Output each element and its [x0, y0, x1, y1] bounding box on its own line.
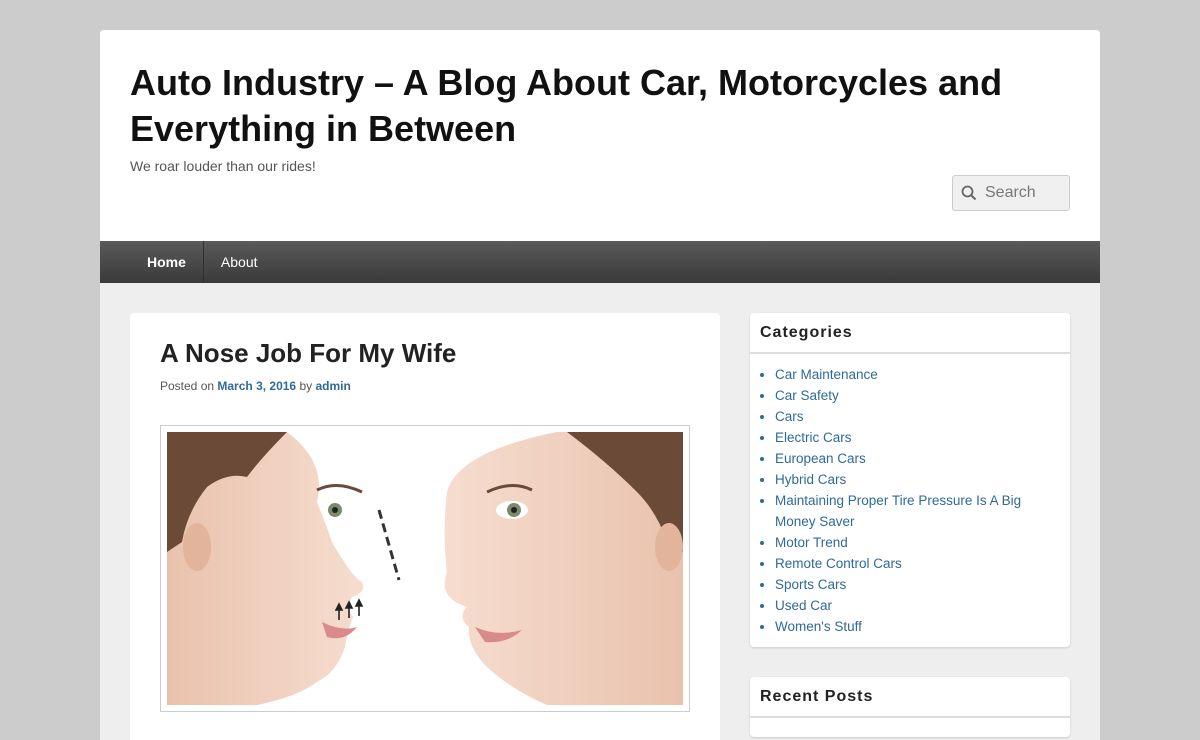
post-author-link[interactable]: admin: [315, 379, 350, 393]
post-date-link[interactable]: March 3, 2016: [217, 379, 296, 393]
search-icon: [961, 185, 977, 201]
category-link[interactable]: Motor Trend: [775, 535, 848, 550]
categories-list: Car Maintenance Car Safety Cars Electric…: [750, 354, 1070, 647]
category-item[interactable]: Car Maintenance: [775, 364, 1058, 385]
category-item[interactable]: Hybrid Cars: [775, 469, 1058, 490]
post-meta: Posted on March 3, 2016 by admin: [160, 379, 690, 393]
category-item[interactable]: Cars: [775, 406, 1058, 427]
nav-item-about[interactable]: About: [204, 241, 275, 283]
category-link[interactable]: Car Safety: [775, 388, 839, 403]
category-link[interactable]: Used Car: [775, 598, 832, 613]
rhinoplasty-image: [167, 432, 683, 705]
category-item[interactable]: Car Safety: [775, 385, 1058, 406]
search-box[interactable]: [952, 175, 1070, 211]
category-item[interactable]: Women's Stuff: [775, 616, 1058, 637]
category-link[interactable]: Cars: [775, 409, 804, 424]
category-item[interactable]: Remote Control Cars: [775, 553, 1058, 574]
main-nav: Home About: [100, 241, 1100, 283]
by-label: by: [299, 379, 313, 393]
nav-item-home[interactable]: Home: [130, 241, 204, 283]
search-input[interactable]: [985, 184, 1065, 202]
category-item[interactable]: Maintaining Proper Tire Pressure Is A Bi…: [775, 490, 1058, 532]
category-link[interactable]: Sports Cars: [775, 577, 846, 592]
recent-posts-widget: Recent Posts: [750, 677, 1070, 737]
category-link[interactable]: Women's Stuff: [775, 619, 862, 634]
site-tagline: We roar louder than our rides!: [130, 158, 316, 174]
post-title[interactable]: A Nose Job For My Wife: [160, 337, 690, 369]
posted-on-label: Posted on: [160, 379, 215, 393]
category-item[interactable]: European Cars: [775, 448, 1058, 469]
category-link[interactable]: Car Maintenance: [775, 367, 878, 382]
sidebar: Categories Car Maintenance Car Safety Ca…: [750, 313, 1070, 740]
category-item[interactable]: Motor Trend: [775, 532, 1058, 553]
category-item[interactable]: Used Car: [775, 595, 1058, 616]
recent-posts-title: Recent Posts: [750, 677, 1070, 718]
category-link[interactable]: Electric Cars: [775, 430, 852, 445]
category-item[interactable]: Electric Cars: [775, 427, 1058, 448]
post-featured-image: [160, 425, 690, 712]
site-title[interactable]: Auto Industry – A Blog About Car, Motorc…: [130, 60, 1030, 152]
site-header: Auto Industry – A Blog About Car, Motorc…: [100, 30, 1100, 241]
categories-widget: Categories Car Maintenance Car Safety Ca…: [750, 313, 1070, 647]
post-article: A Nose Job For My Wife Posted on March 3…: [130, 313, 720, 740]
category-link[interactable]: Hybrid Cars: [775, 472, 846, 487]
page-container: Auto Industry – A Blog About Car, Motorc…: [100, 30, 1100, 740]
category-link[interactable]: Remote Control Cars: [775, 556, 902, 571]
category-item[interactable]: Sports Cars: [775, 574, 1058, 595]
categories-title: Categories: [750, 313, 1070, 354]
category-link[interactable]: Maintaining Proper Tire Pressure Is A Bi…: [775, 493, 1021, 529]
category-link[interactable]: European Cars: [775, 451, 866, 466]
